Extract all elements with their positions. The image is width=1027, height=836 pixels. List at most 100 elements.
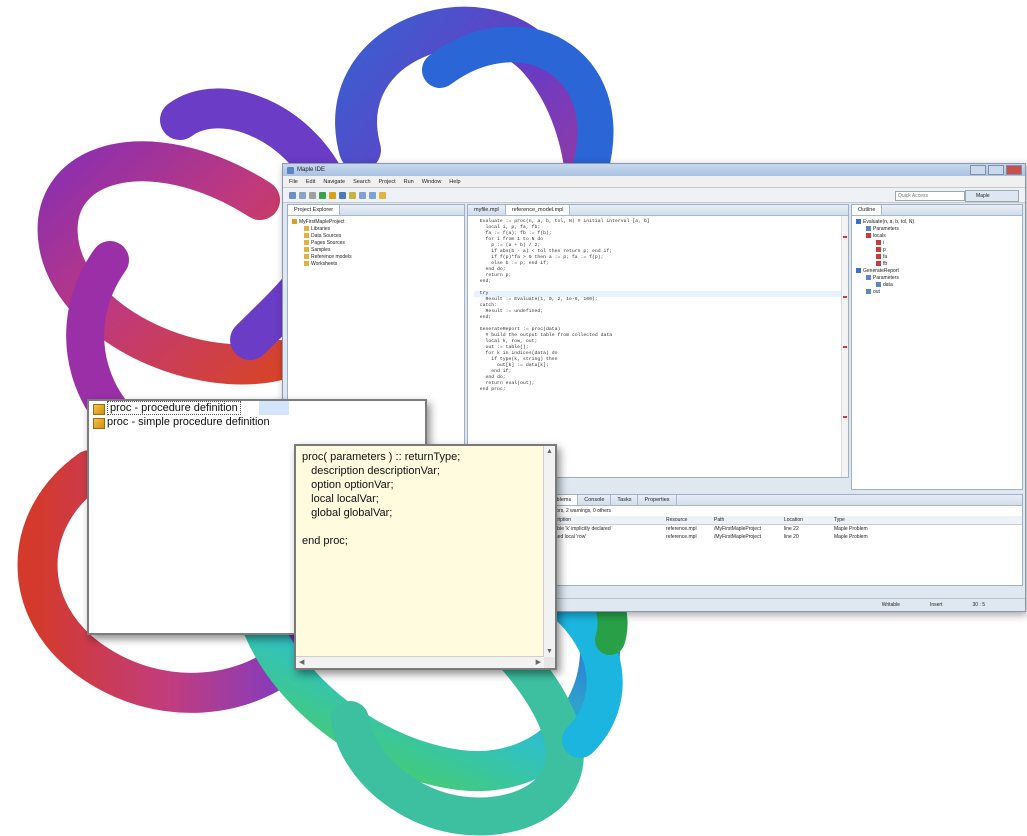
tab-outline[interactable]: Outline	[852, 205, 883, 215]
debug-icon[interactable]	[329, 191, 336, 199]
outline-node-icon	[876, 254, 881, 260]
preview-line	[302, 520, 460, 534]
template-icon	[93, 404, 105, 415]
ide-titlebar[interactable]: Maple IDE	[283, 164, 1025, 176]
app-icon	[287, 166, 294, 174]
outline-node-icon	[876, 240, 881, 246]
outline-item[interactable]: p	[856, 247, 1018, 254]
outline-item[interactable]: Parameters	[856, 275, 1018, 282]
tab-tasks[interactable]: Tasks	[611, 495, 639, 505]
quick-access-input[interactable]: Quick Access	[895, 191, 965, 201]
tree-item[interactable]: Samples	[292, 247, 460, 254]
tab-editor-2[interactable]: reference_model.mpl	[505, 205, 571, 215]
outline-node-icon	[876, 282, 881, 288]
maximize-button[interactable]	[988, 165, 1004, 175]
close-button[interactable]	[1006, 165, 1022, 175]
table-row[interactable]: Unused local 'row' reference.mpl /MyFirs…	[542, 533, 1022, 541]
scroll-down-icon[interactable]: ▼	[546, 648, 553, 655]
horizontal-scrollbar[interactable]: ◀ ▶	[296, 656, 544, 668]
save-icon[interactable]	[299, 191, 306, 199]
back-icon[interactable]	[359, 191, 366, 199]
minimize-button[interactable]	[970, 165, 986, 175]
outline-item[interactable]: Parameters	[856, 226, 1018, 233]
run-icon[interactable]	[319, 191, 326, 199]
print-icon[interactable]	[309, 191, 316, 199]
outline-node-icon	[866, 226, 871, 232]
menu-help[interactable]: Help	[449, 179, 460, 185]
folder-icon	[304, 261, 309, 267]
vertical-scrollbar[interactable]: ▲ ▼	[543, 446, 555, 657]
tab-editor-1[interactable]: myfile.mpl	[468, 205, 506, 215]
outline-item[interactable]: GenerateReport	[856, 268, 1018, 275]
template-icon	[93, 418, 105, 429]
code-text[interactable]: Evaluate := proc(n, a, b, tol, N) # init…	[468, 216, 848, 396]
template-preview-popup: proc( parameters ) :: returnType; descri…	[294, 444, 557, 670]
menu-edit[interactable]: Edit	[306, 179, 315, 185]
menu-search[interactable]: Search	[353, 179, 370, 185]
outline-view: Outline Evaluate(n, a, b, tol, N) Paramet…	[851, 204, 1023, 490]
outline-node-icon	[866, 289, 871, 295]
build-icon[interactable]	[339, 191, 346, 199]
menu-run[interactable]: Run	[404, 179, 414, 185]
folder-icon	[304, 254, 309, 260]
menu-project[interactable]: Project	[379, 179, 396, 185]
assist-item-proc[interactable]: proc - procedure definition	[89, 401, 425, 415]
menu-navigate[interactable]: Navigate	[323, 179, 345, 185]
tree-item[interactable]: Data Sources	[292, 233, 460, 240]
problems-view: Problems Console Tasks Properties 0 erro…	[541, 494, 1023, 586]
outline-item[interactable]: data	[856, 282, 1018, 289]
code-editor[interactable]: myfile.mpl reference_model.mpl Evaluate …	[467, 204, 849, 478]
scroll-left-icon[interactable]: ◀	[299, 658, 304, 666]
forward-icon[interactable]	[369, 191, 376, 199]
problems-table: Description Resource Path Location Type …	[542, 516, 1022, 541]
outline-item[interactable]: out	[856, 289, 1018, 296]
outline-item[interactable]: locals	[856, 233, 1018, 240]
tree-item[interactable]: Pages Sources	[292, 240, 460, 247]
menu-window[interactable]: Window	[422, 179, 442, 185]
tree-root[interactable]: MyFirstMapleProject	[292, 219, 460, 226]
project-icon	[292, 219, 297, 225]
scroll-up-icon[interactable]: ▲	[546, 448, 553, 455]
problems-header: Description Resource Path Location Type	[542, 516, 1022, 525]
outline-item[interactable]: fa	[856, 254, 1018, 261]
folder-icon	[304, 233, 309, 239]
outline-item[interactable]: i	[856, 240, 1018, 247]
tree-item[interactable]: Libraries	[292, 226, 460, 233]
folder-icon	[304, 226, 309, 232]
outline-node-icon	[876, 247, 881, 253]
window-controls	[970, 165, 1025, 175]
outline-node-icon	[876, 261, 881, 267]
status-insert: Insert	[929, 602, 943, 608]
outline-node-icon	[856, 219, 861, 225]
worksheet-icon[interactable]	[379, 191, 386, 199]
tree-item[interactable]: Reference models	[292, 254, 460, 261]
menu-file[interactable]: File	[289, 179, 298, 185]
tab-project-explorer[interactable]: Project Explorer	[288, 205, 341, 215]
table-row[interactable]: Variable 'k' implicitly declared referen…	[542, 525, 1022, 533]
status-writable: Writable	[881, 602, 900, 608]
scroll-right-icon[interactable]: ▶	[536, 658, 541, 666]
menu-bar: File Edit Navigate Search Project Run Wi…	[283, 176, 1025, 188]
code-line: end proc;	[474, 387, 506, 392]
search-icon[interactable]	[349, 191, 356, 199]
preview-line: proc( parameters ) :: returnType;	[302, 451, 461, 463]
outline-item[interactable]: Evaluate(n, a, b, tol, N)	[856, 219, 1018, 226]
folder-icon	[304, 240, 309, 246]
preview-line: local localVar;	[302, 493, 379, 505]
tab-properties[interactable]: Properties	[638, 495, 677, 505]
overview-ruler[interactable]	[841, 216, 848, 477]
folder-icon	[304, 247, 309, 253]
perspective-button[interactable]: Maple	[965, 190, 1019, 202]
outline-node-icon	[866, 275, 871, 281]
outline-item[interactable]: fb	[856, 261, 1018, 268]
preview-text: proc( parameters ) :: returnType; descri…	[302, 450, 460, 548]
tab-console[interactable]: Console	[578, 495, 612, 505]
preview-line: global globalVar;	[302, 507, 393, 519]
tree-item[interactable]: Worksheets	[292, 261, 460, 268]
preview-line: end proc;	[302, 535, 348, 547]
new-icon[interactable]	[289, 191, 296, 199]
assist-item-simple-proc[interactable]: proc - simple procedure definition	[89, 415, 425, 429]
outline-node-icon	[866, 233, 871, 239]
main-toolbar: Quick Access Maple	[283, 188, 1025, 203]
preview-line: option optionVar;	[302, 479, 394, 491]
